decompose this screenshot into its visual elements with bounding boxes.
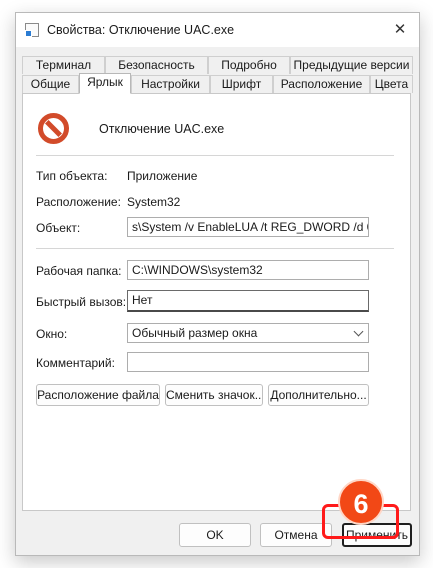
close-button[interactable]: ✕ (387, 19, 413, 41)
tab-previous-versions[interactable]: Предыдущие версии (290, 56, 413, 74)
tab-options[interactable]: Настройки (131, 75, 210, 93)
comment-field[interactable] (127, 352, 369, 372)
tab-colors[interactable]: Цвета (370, 75, 413, 93)
divider (36, 248, 394, 249)
run-select[interactable]: Обычный размер окна (127, 323, 369, 343)
divider (36, 155, 394, 156)
window-title: Свойства: Отключение UAC.exe (47, 23, 235, 37)
type-value: Приложение (127, 169, 198, 183)
run-label: Окно: (36, 327, 68, 341)
step-badge: 6 (338, 479, 384, 525)
change-icon-button[interactable]: Сменить значок... (165, 384, 263, 406)
properties-dialog: Свойства: Отключение UAC.exe ✕ Терминал … (15, 12, 420, 556)
ok-button[interactable]: OK (179, 523, 251, 547)
tab-layout[interactable]: Расположение (273, 75, 370, 93)
location-value: System32 (127, 195, 181, 209)
shortcut-icon (25, 23, 39, 37)
chevron-down-icon (353, 326, 364, 337)
target-field[interactable]: s\System /v EnableLUA /t REG_DWORD /d 0 … (127, 217, 369, 237)
title-bar[interactable]: Свойства: Отключение UAC.exe ✕ (16, 13, 419, 47)
run-select-value: Обычный размер окна (132, 326, 258, 340)
tab-font[interactable]: Шрифт (210, 75, 273, 93)
shortcut-panel: Отключение UAC.exe Тип объекта: Приложен… (22, 93, 411, 511)
tab-general[interactable]: Общие (22, 75, 79, 93)
open-file-location-button[interactable]: Расположение файла (36, 384, 160, 406)
file-name: Отключение UAC.exe (99, 122, 225, 136)
type-label: Тип объекта: (36, 169, 108, 183)
tab-details[interactable]: Подробно (208, 56, 290, 74)
comment-label: Комментарий: (36, 356, 115, 370)
tab-shortcut[interactable]: Ярлык (79, 73, 131, 94)
start-in-field[interactable]: C:\WINDOWS\system32 (127, 260, 369, 280)
hotkey-field[interactable]: Нет (127, 290, 369, 312)
target-label: Объект: (36, 221, 81, 235)
tab-terminal[interactable]: Терминал (22, 56, 105, 74)
location-label: Расположение: (36, 195, 121, 209)
advanced-button[interactable]: Дополнительно... (268, 384, 369, 406)
tab-row-bottom: Общие Ярлык Настройки Шрифт Расположение… (22, 73, 413, 94)
prohibited-icon (38, 113, 69, 144)
tab-security[interactable]: Безопасность (105, 56, 208, 74)
hotkey-label: Быстрый вызов: (36, 295, 127, 309)
start-in-label: Рабочая папка: (36, 264, 122, 278)
